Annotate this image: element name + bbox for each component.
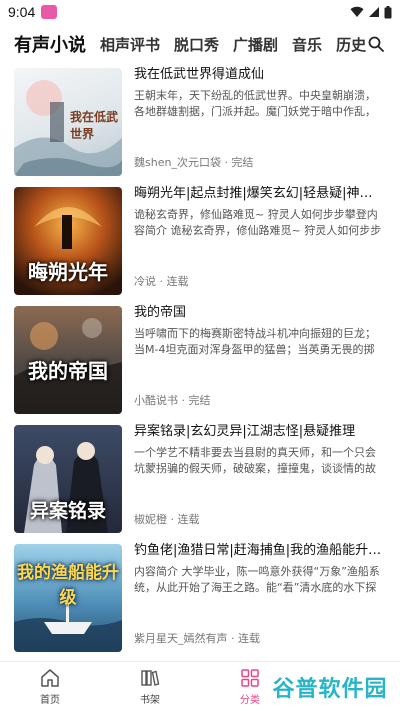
- book-meta: 小酷说书 · 完结: [134, 394, 211, 407]
- status-bar: 9:04: [0, 0, 400, 24]
- book-description: 王朝末年，天下纷乱的低武世界。中央皇朝崩溃，各地群雄割据，门派并起。魔门妖党于暗…: [134, 89, 376, 118]
- book-title: 异案铭录|玄幻灵异|江湖志怪|悬疑推理: [134, 424, 356, 439]
- book-cover: 我的帝国: [14, 306, 122, 414]
- cover-title: 我的渔船能升级: [17, 563, 119, 608]
- app-notification-icon: [41, 5, 58, 19]
- book-cover: 异案铭录: [14, 425, 122, 533]
- book-info: 异案铭录|玄幻灵异|江湖志怪|悬疑推理 一个学艺不精非要去当县尉的真天师，和一个…: [134, 423, 382, 477]
- nav-category-label: 分类: [240, 695, 260, 706]
- tab-crosstalk[interactable]: 相声评书: [100, 34, 160, 55]
- book-item[interactable]: 异案铭录 异案铭录|玄幻灵异|江湖志怪|悬疑推理 一个学艺不精非要去当县尉的真天…: [0, 423, 400, 542]
- book-info: 我在低武世界得道成仙 王朝末年，天下纷乱的低武世界。中央皇朝崩溃，各地群雄割据，…: [134, 66, 382, 120]
- book-meta: 椒妮橙 · 连载: [134, 513, 200, 526]
- book-meta: 魏shen_次元口袋 · 完结: [134, 156, 254, 169]
- category-icon: [239, 667, 261, 689]
- nav-bookshelf-label: 书架: [140, 695, 160, 706]
- search-icon[interactable]: [364, 32, 388, 56]
- status-time: 9:04: [8, 4, 36, 20]
- book-item[interactable]: 我的渔船能升级 钓鱼佬|渔猎日常|赶海捕鱼|我的渔船能升级|... 内容简介 大…: [0, 542, 400, 661]
- nav-bookshelf[interactable]: 书架: [100, 662, 200, 711]
- book-item[interactable]: 我的帝国 我的帝国 当呼啸而下的梅赛斯密特战斗机冲向振翅的巨龙；当M-4坦克面对…: [0, 304, 400, 423]
- book-cover: 晦朔光年: [14, 187, 122, 295]
- wifi-icon: [350, 6, 364, 18]
- bookshelf-icon: [139, 667, 161, 689]
- book-meta: 紫月星天_嫣然有声 · 连载: [134, 632, 260, 645]
- tab-audio-novel[interactable]: 有声小说: [14, 31, 86, 57]
- category-tabs: 有声小说 相声评书 脱口秀 广播剧 音乐 历史: [0, 28, 400, 60]
- signal-icon: [369, 7, 379, 17]
- book-item[interactable]: 晦朔光年 晦朔光年|起点封推|爆笑玄幻|轻悬疑|神作必听 诡秘玄奇界，修仙路难觅…: [0, 185, 400, 304]
- tab-radio-drama[interactable]: 广播剧: [233, 34, 278, 55]
- book-title: 我的帝国: [134, 305, 187, 320]
- book-description: 一个学艺不精非要去当县尉的真天师，和一个只会坑蒙拐骗的假天师，破破案，撞撞鬼，谈…: [134, 446, 376, 475]
- book-description: 内容简介 大学毕业，陈一鸣意外获得“万象”渔船系统，从此开始了海王之路。能“看”…: [134, 565, 380, 594]
- tab-music[interactable]: 音乐: [292, 34, 322, 55]
- book-info: 钓鱼佬|渔猎日常|赶海捕鱼|我的渔船能升级|... 内容简介 大学毕业，陈一鸣意…: [134, 542, 382, 596]
- cover-title: 我在低武世界: [70, 110, 119, 141]
- book-title: 我在低武世界得道成仙: [134, 67, 265, 82]
- home-icon: [39, 667, 61, 689]
- book-description: 当呼啸而下的梅赛斯密特战斗机冲向振翅的巨龙；当M-4坦克面对浑身盔甲的猛兽；当英…: [134, 327, 376, 356]
- book-title: 钓鱼佬|渔猎日常|赶海捕鱼|我的渔船能升级|...: [134, 543, 382, 558]
- cover-title: 我的帝国: [28, 359, 108, 383]
- cover-title: 晦朔光年: [28, 260, 108, 284]
- book-description: 诡秘玄奇界，修仙路难觅~ 狩灵人如何步步攀登内容简介 诡秘玄奇界，修仙路难觅~ …: [134, 208, 382, 237]
- tab-talk-show[interactable]: 脱口秀: [174, 34, 219, 55]
- book-info: 我的帝国 当呼啸而下的梅赛斯密特战斗机冲向振翅的巨龙；当M-4坦克面对浑身盔甲的…: [134, 304, 382, 358]
- book-item[interactable]: 我在低武世界 我在低武世界得道成仙 王朝末年，天下纷乱的低武世界。中央皇朝崩溃，…: [0, 66, 400, 185]
- nav-home-label: 首页: [40, 695, 60, 706]
- nav-home[interactable]: 首页: [0, 662, 100, 711]
- battery-icon: [384, 5, 392, 18]
- book-cover: 我的渔船能升级: [14, 544, 122, 652]
- book-meta: 冷说 · 连载: [134, 275, 189, 288]
- status-icons: [350, 5, 392, 19]
- book-list: 我在低武世界 我在低武世界得道成仙 王朝末年，天下纷乱的低武世界。中央皇朝崩溃，…: [0, 66, 400, 661]
- watermark-logo: 谷普软件园: [272, 677, 388, 702]
- book-cover: 我在低武世界: [14, 68, 122, 176]
- cover-title: 异案铭录: [29, 500, 106, 522]
- book-info: 晦朔光年|起点封推|爆笑玄幻|轻悬疑|神作必听 诡秘玄奇界，修仙路难觅~ 狩灵人…: [134, 185, 382, 239]
- book-title: 晦朔光年|起点封推|爆笑玄幻|轻悬疑|神作必听: [134, 186, 382, 201]
- tab-history[interactable]: 历史: [336, 34, 366, 55]
